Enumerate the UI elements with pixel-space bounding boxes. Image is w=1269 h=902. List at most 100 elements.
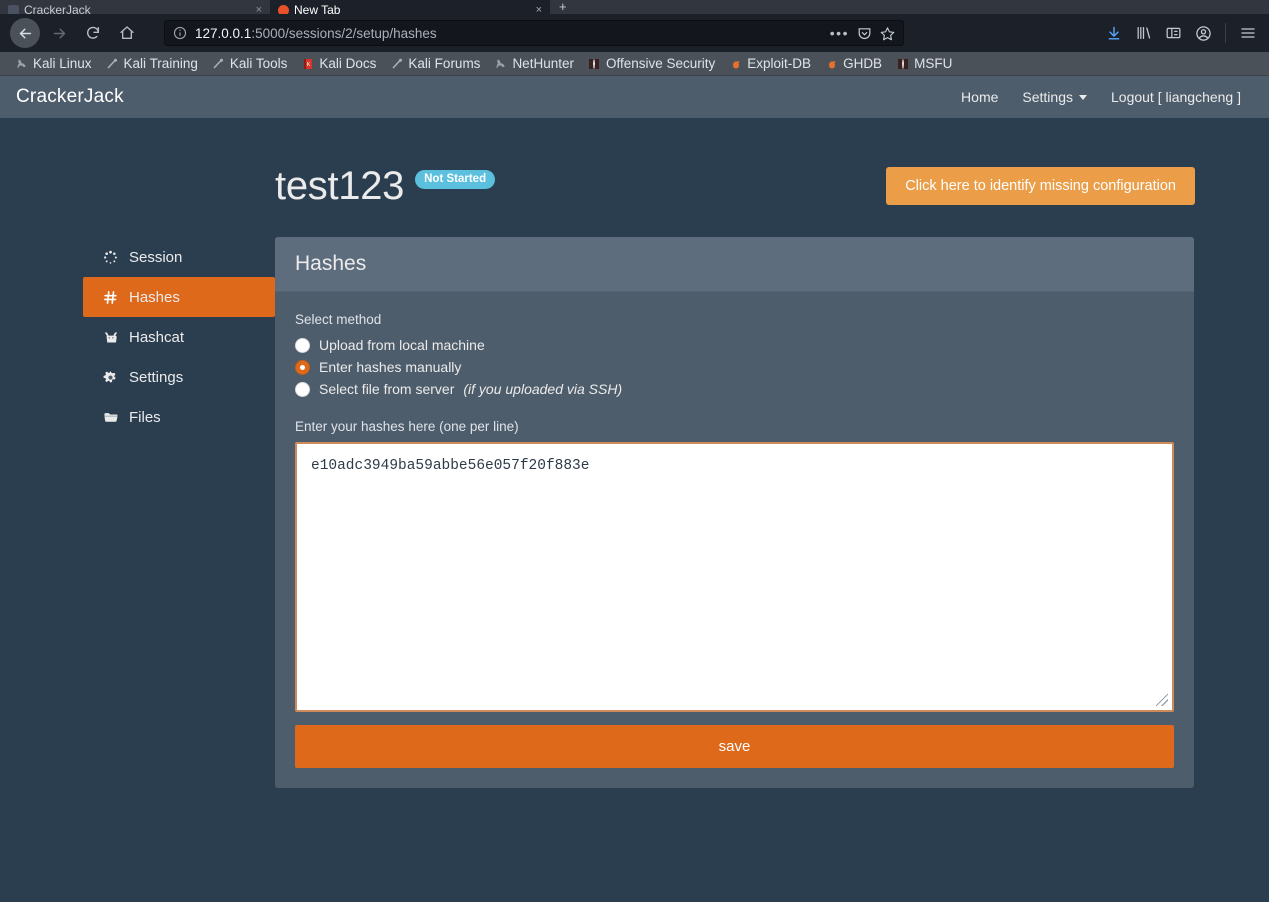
account-icon[interactable] (1195, 25, 1212, 42)
page-title: test123 (275, 164, 405, 208)
menu-icon[interactable] (1239, 25, 1257, 41)
address-bar[interactable]: 127.0.0.1:5000/sessions/2/setup/hashes •… (164, 20, 904, 46)
sidebar-item-files[interactable]: Files (83, 397, 275, 437)
toolbar-divider (1225, 23, 1226, 43)
radio-enter-hashes-manually[interactable]: Enter hashes manually (295, 359, 1174, 375)
wrench-icon (212, 57, 225, 70)
bookmark-exploit-db[interactable]: Exploit-DB (722, 56, 818, 71)
tab-strip: CrackerJack × New Tab × + (0, 0, 1269, 14)
radio-button[interactable] (295, 381, 310, 397)
home-button[interactable] (112, 18, 142, 48)
new-tab-button[interactable]: + (550, 0, 576, 14)
svg-text:K: K (307, 62, 311, 68)
page-content: test123 Not Started Click here to identi… (0, 118, 1269, 902)
bookmark-label: Kali Forums (408, 56, 481, 71)
radio-button[interactable] (295, 359, 310, 375)
bookmark-msfu[interactable]: MSFU (889, 56, 959, 71)
browser-tab-new-tab[interactable]: New Tab × (270, 0, 550, 14)
hashes-textarea[interactable] (295, 442, 1174, 712)
navigation-toolbar: 127.0.0.1:5000/sessions/2/setup/hashes •… (0, 14, 1269, 52)
wrench-icon (390, 57, 403, 70)
bookmark-kali-tools[interactable]: Kali Tools (205, 56, 295, 71)
radio-label: Select file from server (319, 381, 455, 397)
close-icon[interactable]: × (256, 4, 262, 14)
bookmark-offensive-security[interactable]: Offensive Security (581, 56, 722, 71)
nav-link-label: Logout [ liangcheng ] (1111, 89, 1241, 105)
tower-icon (588, 57, 601, 70)
radio-label: Upload from local machine (319, 337, 485, 353)
sidebar-item-settings[interactable]: Settings (83, 357, 275, 397)
page-body: Session Hashes Hashcat Settings Files Ha… (0, 206, 1269, 788)
nav-link-settings[interactable]: Settings (1010, 89, 1099, 105)
bookmark-ghdb[interactable]: GHDB (818, 56, 889, 71)
radio-select-file-from-server[interactable]: Select file from server (if you uploaded… (295, 381, 1174, 397)
download-icon[interactable] (1106, 25, 1122, 42)
bookmark-kali-linux[interactable]: Kali Linux (8, 56, 99, 71)
status-badge: Not Started (415, 170, 496, 189)
site-info-icon[interactable] (173, 26, 187, 40)
spinner-icon (102, 250, 119, 265)
close-icon[interactable]: × (536, 4, 542, 14)
sidebar: Session Hashes Hashcat Settings Files (0, 237, 275, 788)
tab-favicon (278, 4, 289, 14)
select-method-label: Select method (295, 312, 382, 327)
sidebar-item-label: Files (129, 408, 161, 426)
sidebar-icon[interactable] (1165, 25, 1182, 41)
bookmark-label: MSFU (914, 56, 953, 71)
tab-favicon (8, 4, 19, 14)
sidebar-item-label: Settings (129, 368, 184, 386)
bookmark-label: Kali Tools (229, 56, 288, 71)
app-nav-links: Home Settings Logout [ liangcheng ] (949, 89, 1253, 105)
folder-icon (102, 410, 119, 425)
nav-link-label: Home (961, 89, 999, 105)
radio-label: Enter hashes manually (319, 359, 462, 375)
sidebar-item-label: Session (129, 248, 183, 266)
bookmark-kali-training[interactable]: Kali Training (99, 56, 205, 71)
bookmark-label: Kali Training (123, 56, 198, 71)
sidebar-item-hashcat[interactable]: Hashcat (83, 317, 275, 357)
back-button[interactable] (10, 18, 40, 48)
nav-link-home[interactable]: Home (949, 89, 1010, 105)
nav-link-label: Settings (1022, 89, 1073, 105)
url-host: 127.0.0.1 (195, 25, 252, 41)
library-icon[interactable] (1135, 25, 1152, 41)
panel-body: Select method Upload from local machine … (275, 292, 1194, 788)
sidebar-item-hashes[interactable]: Hashes (83, 277, 275, 317)
url-path: :5000/sessions/2/setup/hashes (251, 25, 437, 41)
bookmark-nethunter[interactable]: NetHunter (487, 56, 581, 71)
app-brand[interactable]: CrackerJack (16, 86, 124, 108)
sidebar-item-session[interactable]: Session (83, 237, 275, 277)
reload-button[interactable] (78, 18, 108, 48)
bookmark-label: Kali Docs (319, 56, 377, 71)
bug-icon (729, 57, 742, 70)
url-text[interactable]: 127.0.0.1:5000/sessions/2/setup/hashes (195, 26, 822, 41)
page-actions-icon[interactable]: ••• (830, 25, 849, 41)
bookmark-kali-docs[interactable]: K Kali Docs (294, 56, 383, 71)
panel-title: Hashes (275, 237, 1194, 292)
bookmark-star-icon[interactable] (880, 26, 895, 41)
bookmark-kali-forums[interactable]: Kali Forums (383, 56, 487, 71)
page-header: test123 Not Started Click here to identi… (0, 118, 1269, 206)
dragon-icon (15, 57, 28, 70)
nav-link-logout[interactable]: Logout [ liangcheng ] (1099, 89, 1253, 105)
identify-missing-configuration-button[interactable]: Click here to identify missing configura… (886, 167, 1195, 205)
bookmarks-bar: Kali Linux Kali Training Kali Tools K Ka… (0, 52, 1269, 76)
chevron-down-icon (1079, 94, 1087, 100)
bookmark-label: Offensive Security (605, 56, 716, 71)
hashes-panel: Hashes Select method Upload from local m… (275, 237, 1194, 788)
book-icon: K (301, 57, 314, 70)
cat-icon (102, 330, 119, 345)
forward-button[interactable] (44, 18, 74, 48)
browser-tab-crackerjack[interactable]: CrackerJack × (0, 0, 270, 14)
bookmark-label: NetHunter (512, 56, 574, 71)
save-button[interactable]: save (295, 725, 1174, 768)
sidebar-item-label: Hashes (129, 288, 180, 306)
radio-upload-from-local-machine[interactable]: Upload from local machine (295, 337, 1174, 353)
hashtag-icon (102, 290, 119, 305)
browser-chrome: CrackerJack × New Tab × + 127.0.0.1:5000… (0, 0, 1269, 76)
bookmark-label: GHDB (843, 56, 883, 71)
pocket-icon[interactable] (857, 26, 872, 41)
radio-button[interactable] (295, 337, 310, 353)
dragon-icon (494, 57, 507, 70)
tab-title: CrackerJack (24, 3, 91, 14)
